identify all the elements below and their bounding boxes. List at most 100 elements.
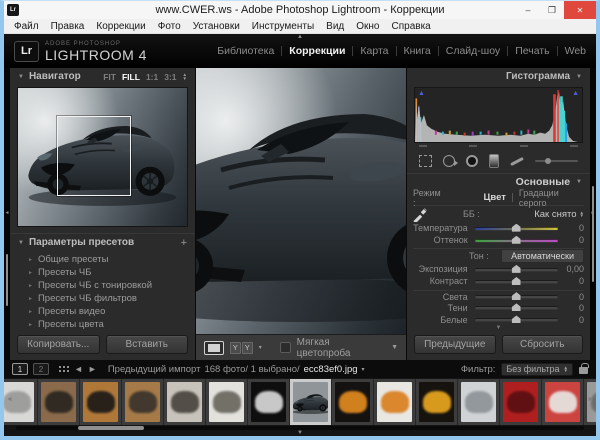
filmstrip-thumb[interactable] <box>500 379 542 425</box>
module-book[interactable]: Книга <box>404 45 431 57</box>
presets-header[interactable]: ▼ Параметры пресетов + <box>10 234 195 251</box>
collapse-filmstrip-icon[interactable]: ▼ <box>297 430 303 436</box>
menu-item-view[interactable]: Вид <box>320 21 350 32</box>
filmstrip-scrollbar-thumb[interactable] <box>78 426 144 430</box>
expand-icon[interactable]: ► <box>28 283 33 289</box>
filter-dropdown[interactable]: Без фильтра ▲▼ <box>501 363 573 376</box>
spot-removal-tool-icon[interactable] <box>443 155 455 167</box>
treatment-color-option[interactable]: Цвет <box>483 192 505 203</box>
module-library[interactable]: Библиотека <box>217 45 274 57</box>
temperature-slider[interactable] <box>475 227 558 230</box>
navigator-header[interactable]: ▼ Навигатор FIT FILL 1:1 3:1 ▲▼ <box>10 68 195 85</box>
filmstrip-thumb[interactable] <box>80 379 122 425</box>
before-after-icon[interactable]: YY <box>230 342 253 354</box>
grid-view-icon[interactable] <box>58 365 69 373</box>
slider-knob[interactable] <box>512 315 521 323</box>
zoom-fill-button[interactable]: FILL <box>122 72 140 82</box>
previous-photo-icon[interactable]: ◄ <box>74 364 83 374</box>
module-print[interactable]: Печать <box>515 45 549 57</box>
highlight-clipping-icon[interactable]: ▲ <box>572 90 579 97</box>
filmstrip-thumb-selected[interactable] <box>290 379 332 425</box>
expand-icon[interactable]: ► <box>28 270 33 276</box>
filmstrip-thumb[interactable] <box>374 379 416 425</box>
left-panel-scrollbar[interactable] <box>6 254 8 306</box>
filmstrip-thumb[interactable] <box>206 379 248 425</box>
slider-knob[interactable] <box>512 224 521 232</box>
white-balance-dropper-icon[interactable] <box>413 206 429 222</box>
zoom-ratio-updown-icon[interactable]: ▲▼ <box>183 73 187 80</box>
zoom-fit-button[interactable]: FIT <box>103 72 116 82</box>
menu-item-file[interactable]: Файл <box>8 21 45 32</box>
expand-icon[interactable]: ► <box>28 322 33 328</box>
menu-item-window[interactable]: Окно <box>350 21 385 32</box>
maximize-button[interactable]: ❐ <box>540 1 564 19</box>
source-breadcrumb[interactable]: Предыдущий импорт 168 фото/ 1 выбрано/ e… <box>108 364 365 375</box>
slider-knob[interactable] <box>512 292 521 300</box>
compare-dropdown-icon[interactable]: ▾ <box>259 344 262 351</box>
collapse-basic-icon[interactable]: ▼ <box>576 179 582 185</box>
right-panel-scrollbar[interactable] <box>592 186 594 282</box>
crop-tool-icon[interactable] <box>419 155 432 167</box>
filmstrip-thumb[interactable] <box>332 379 374 425</box>
histogram-header[interactable]: Гистограмма ▼ <box>407 68 590 85</box>
menu-item-help[interactable]: Справка <box>386 21 437 32</box>
slider-value[interactable]: 0 <box>558 292 584 302</box>
close-button[interactable]: ✕ <box>564 1 596 19</box>
slider-value[interactable]: 0 <box>558 303 584 313</box>
expand-icon[interactable]: ► <box>28 296 33 302</box>
filmstrip-thumb[interactable] <box>122 379 164 425</box>
expand-icon[interactable]: ► <box>28 309 33 315</box>
slider-value[interactable]: 0 <box>558 315 584 325</box>
brush-size-slider[interactable] <box>535 160 578 162</box>
second-window-button[interactable]: 2 <box>33 363 49 375</box>
whites-slider[interactable] <box>475 318 558 321</box>
menu-item-settings[interactable]: Установки <box>187 21 246 32</box>
filmstrip-thumb[interactable] <box>416 379 458 425</box>
module-develop[interactable]: Коррекции <box>289 45 345 57</box>
preset-group-general[interactable]: ►Общие пресеты <box>10 253 195 266</box>
preset-group-video[interactable]: ►Пресеты видео <box>10 305 195 318</box>
menu-item-edit[interactable]: Правка <box>45 21 91 32</box>
filmstrip-thumb[interactable] <box>458 379 500 425</box>
toolbar-options-icon[interactable]: ▼ <box>391 344 398 351</box>
module-map[interactable]: Карта <box>360 45 388 57</box>
auto-tone-button[interactable]: Автоматически <box>501 249 584 263</box>
graduated-filter-tool-icon[interactable] <box>489 154 499 168</box>
paste-button[interactable]: Вставить <box>106 335 189 354</box>
navigator-preview[interactable] <box>17 87 188 227</box>
module-slideshow[interactable]: Слайд-шоу <box>446 45 500 57</box>
navigator-zoom-rectangle[interactable] <box>57 116 131 196</box>
collapse-top-panel-icon[interactable]: ▲ <box>297 34 303 40</box>
module-web[interactable]: Web <box>565 45 586 57</box>
menu-item-photo[interactable]: Фото <box>152 21 187 32</box>
slider-value[interactable]: 0,00 <box>558 264 584 274</box>
filmstrip-thumb[interactable] <box>38 379 80 425</box>
previous-button[interactable]: Предыдущие <box>414 335 496 354</box>
menu-item-tools[interactable]: Инструменты <box>246 21 320 32</box>
slider-knob[interactable] <box>512 265 521 273</box>
slider-knob[interactable] <box>512 277 521 285</box>
reset-button[interactable]: Сбросить <box>502 335 584 354</box>
collapse-histogram-icon[interactable]: ▼ <box>576 74 582 80</box>
next-photo-icon[interactable]: ► <box>88 364 97 374</box>
expand-icon[interactable]: ► <box>28 257 33 263</box>
highlights-slider[interactable] <box>475 295 558 298</box>
loupe-view-icon[interactable] <box>204 341 224 355</box>
histogram-chart[interactable]: ▲ ▲ <box>414 87 583 143</box>
contrast-slider[interactable] <box>475 280 558 283</box>
filmstrip-thumb[interactable] <box>542 379 584 425</box>
collapse-presets-icon[interactable]: ▼ <box>18 240 24 246</box>
exposure-slider[interactable] <box>475 268 558 271</box>
slider-knob[interactable] <box>512 303 521 311</box>
image-viewport[interactable] <box>196 68 406 334</box>
menu-item-develop[interactable]: Коррекции <box>90 21 151 32</box>
filmstrip-scroll-left-icon[interactable]: ◄ <box>6 396 13 403</box>
red-eye-tool-icon[interactable] <box>466 155 478 167</box>
preset-group-color[interactable]: ►Пресеты цвета <box>10 318 195 331</box>
zoom-3-1-button[interactable]: 3:1 <box>164 72 176 82</box>
preset-group-bw-toned[interactable]: ►Пресеты ЧБ с тонировкой <box>10 279 195 292</box>
collapse-navigator-icon[interactable]: ▼ <box>18 74 24 80</box>
adjustment-brush-tool-icon[interactable] <box>510 156 524 165</box>
preset-group-bw-filters[interactable]: ►Пресеты ЧБ фильтров <box>10 292 195 305</box>
slider-knob[interactable] <box>512 236 521 244</box>
